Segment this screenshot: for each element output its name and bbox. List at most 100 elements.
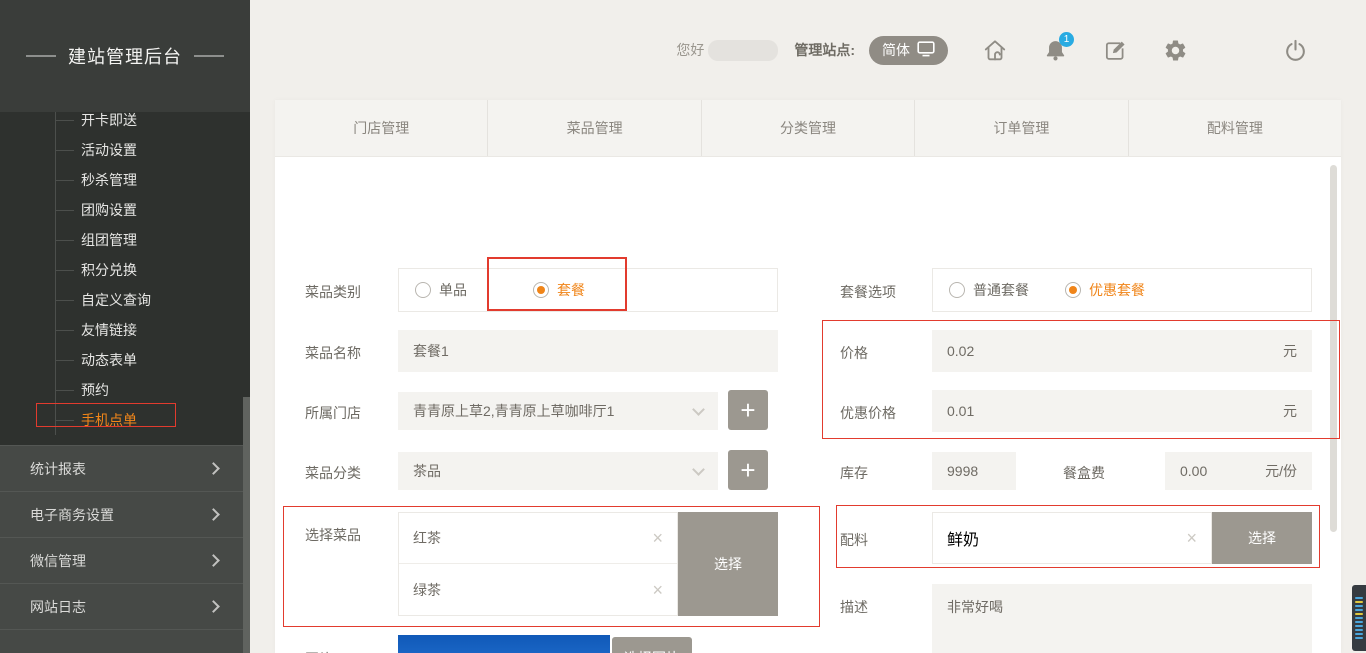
sidebar-scrollbar[interactable]: [243, 397, 250, 653]
discount-price-value: 0.01: [947, 403, 974, 419]
section-label: 电子商务设置: [30, 505, 114, 525]
chevron-right-icon: [207, 600, 220, 613]
radio-icon: [415, 282, 431, 298]
tab-bar: 门店管理 菜品管理 分类管理 订单管理 配料管理: [275, 100, 1341, 157]
discount-price-label: 优惠价格: [840, 403, 896, 423]
boxfee-input[interactable]: 0.00 元/份: [1165, 452, 1312, 490]
combo-option-radio-group: 普通套餐 优惠套餐: [932, 268, 1312, 312]
sidebar-item-custom-query[interactable]: 自定义查询: [56, 285, 250, 315]
price-unit: 元: [1283, 341, 1297, 361]
sidebar-item-reservation[interactable]: 预约: [56, 375, 250, 405]
section-label: 网站日志: [30, 597, 86, 617]
language-label: 简体: [882, 40, 910, 60]
sidebar-section-wechat[interactable]: 微信管理: [0, 537, 250, 583]
classification-select[interactable]: 茶品: [398, 452, 718, 490]
stock-value: 9998: [947, 463, 978, 479]
title-decoration-line: [26, 55, 56, 57]
classification-select-value: 茶品: [413, 461, 441, 481]
edit-compose-icon[interactable]: [1102, 37, 1128, 63]
tab-order-management[interactable]: 订单管理: [915, 100, 1128, 156]
notification-count-badge: 1: [1059, 32, 1074, 47]
power-logout-icon[interactable]: [1282, 37, 1308, 63]
sidebar-section-stub: [0, 629, 250, 653]
dish-name-label: 菜品名称: [305, 343, 361, 363]
tab-category-management[interactable]: 分类管理: [702, 100, 915, 156]
select-dishes-label: 选择菜品: [305, 525, 361, 545]
radio-icon: [533, 282, 549, 298]
radio-label: 套餐: [557, 280, 585, 300]
stock-label: 库存: [840, 463, 868, 483]
thumbnail-sky: [398, 635, 610, 653]
close-icon[interactable]: ×: [652, 581, 663, 599]
title-decoration-line: [194, 55, 224, 57]
content-scrollbar[interactable]: [1330, 165, 1337, 532]
sidebar-item-mobile-ordering[interactable]: 手机点单: [56, 405, 250, 435]
radio-discount-combo[interactable]: 优惠套餐: [1065, 280, 1145, 300]
sidebar-item-points-exchange[interactable]: 积分兑换: [56, 255, 250, 285]
radio-normal-combo[interactable]: 普通套餐: [949, 280, 1029, 300]
dish-list-item: 红茶 ×: [399, 513, 677, 564]
dish-item-label: 绿茶: [413, 580, 441, 600]
chevron-down-icon: [692, 403, 705, 416]
sidebar-item-dynamic-forms[interactable]: 动态表单: [56, 345, 250, 375]
add-classification-button[interactable]: +: [728, 450, 768, 490]
sidebar-item-groupbuy-settings[interactable]: 团购设置: [56, 195, 250, 225]
home-icon[interactable]: [982, 37, 1008, 63]
chevron-right-icon: [207, 462, 220, 475]
tab-ingredient-management[interactable]: 配料管理: [1129, 100, 1341, 156]
sidebar-submenu: 开卡即送 活动设置 秒杀管理 团购设置 组团管理 积分兑换 自定义查询 友情链接…: [55, 105, 250, 435]
boxfee-label: 餐盒费: [1063, 463, 1105, 483]
discount-price-input[interactable]: 0.01 元: [932, 390, 1312, 432]
discount-price-unit: 元: [1283, 401, 1297, 421]
sidebar-section-statistics[interactable]: 统计报表: [0, 445, 250, 491]
combo-option-label: 套餐选项: [840, 282, 896, 302]
chevron-down-icon: [692, 463, 705, 476]
add-store-button[interactable]: +: [728, 390, 768, 430]
price-label: 价格: [840, 343, 868, 363]
settings-gear-icon[interactable]: [1162, 37, 1188, 63]
description-label: 描述: [840, 597, 868, 617]
store-label: 所属门店: [305, 403, 361, 423]
radio-icon: [1065, 282, 1081, 298]
notifications-bell-icon[interactable]: 1: [1042, 37, 1068, 63]
tab-dish-management[interactable]: 菜品管理: [488, 100, 701, 156]
sidebar-item-seckill[interactable]: 秒杀管理: [56, 165, 250, 195]
dish-edit-form: 菜品类别 单品 套餐 菜品名称 套餐1 所属门店 青青原上草2,青青原上草咖啡厅…: [275, 157, 1341, 653]
select-dishes-button[interactable]: 选择: [678, 512, 778, 616]
chevron-right-icon: [207, 508, 220, 521]
sidebar-item-friend-links[interactable]: 友情链接: [56, 315, 250, 345]
content-panel: 门店管理 菜品管理 分类管理 订单管理 配料管理 菜品类别 单品 套餐 菜品名称…: [275, 100, 1341, 653]
dish-name-input[interactable]: 套餐1: [398, 330, 778, 372]
select-ingredient-button[interactable]: 选择: [1212, 512, 1312, 564]
section-label: 统计报表: [30, 459, 86, 479]
sidebar-item-activity-settings[interactable]: 活动设置: [56, 135, 250, 165]
sidebar-section-site-logs[interactable]: 网站日志: [0, 583, 250, 629]
sidebar-title: 建站管理后台: [0, 0, 250, 112]
stock-input[interactable]: 9998: [932, 452, 1016, 490]
section-label: 微信管理: [30, 551, 86, 571]
equalizer-widget[interactable]: [1352, 585, 1366, 651]
ingredient-label: 配料: [840, 530, 868, 550]
apps-grid-icon[interactable]: [1222, 37, 1248, 63]
sidebar-item-group-management[interactable]: 组团管理: [56, 225, 250, 255]
greeting-text: 您好: [676, 40, 704, 60]
tab-store-management[interactable]: 门店管理: [275, 100, 488, 156]
close-icon[interactable]: ×: [1186, 529, 1197, 547]
sidebar-section-ecommerce[interactable]: 电子商务设置: [0, 491, 250, 537]
monitor-icon: [917, 41, 935, 60]
price-value: 0.02: [947, 343, 974, 359]
radio-single-dish[interactable]: 单品: [415, 280, 467, 300]
site-label: 管理站点:: [794, 40, 855, 60]
close-icon[interactable]: ×: [652, 529, 663, 547]
radio-combo-meal[interactable]: 套餐: [533, 280, 585, 300]
select-image-button[interactable]: 选择图片: [612, 637, 692, 653]
language-site-button[interactable]: 简体: [869, 36, 948, 65]
radio-label: 优惠套餐: [1089, 280, 1145, 300]
radio-label: 单品: [439, 280, 467, 300]
price-input[interactable]: 0.02 元: [932, 330, 1312, 372]
ingredient-input[interactable]: 鲜奶 ×: [932, 512, 1212, 564]
boxfee-unit: 元/份: [1265, 461, 1297, 481]
category-radio-group: 单品 套餐: [398, 268, 778, 312]
store-select[interactable]: 青青原上草2,青青原上草咖啡厅1: [398, 392, 718, 430]
description-textarea[interactable]: 非常好喝: [932, 584, 1312, 653]
